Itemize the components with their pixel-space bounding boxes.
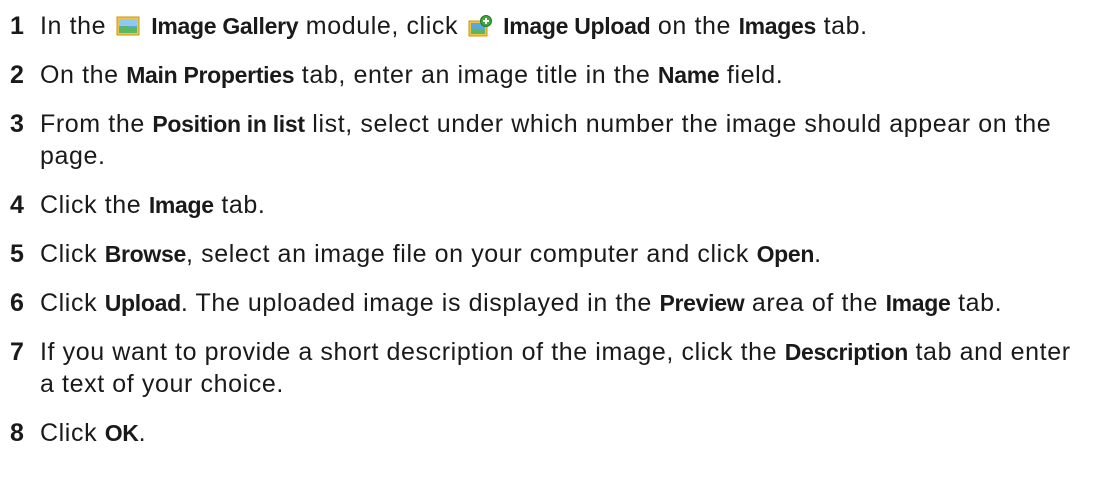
step-number: 1 [10,12,25,40]
ui-term: Preview [659,290,745,316]
step-7: 7 If you want to provide a short descript… [10,336,1085,400]
step-number: 4 [10,191,25,219]
step-text: Click Upload. The uploaded image is disp… [40,287,1085,319]
step-text-segment: tab. [816,12,868,40]
step-text-segment: tab. [213,191,266,219]
step-number: 7 [10,338,25,366]
step-text-segment: module, click [298,12,466,40]
instruction-steps: 1 In the Image Gallery module, click Imag… [0,0,1085,449]
step-text-segment: tab, enter an image title in the [294,61,658,89]
ui-term: Image [148,192,214,218]
step-text-segment: From the [40,110,153,138]
step-text-segment: Click [40,289,105,317]
step-number: 8 [10,419,25,447]
ui-term: Image Upload [503,13,651,39]
step-text: In the Image Gallery module, click Image… [40,10,1085,42]
image-gallery-icon [116,13,140,36]
ui-term: Image Gallery [151,13,299,39]
step-text-segment: . [814,240,822,268]
step-text-segment: tab. [950,289,1003,317]
step-3: 3 From the Position in list list, select … [10,108,1085,172]
step-number: 2 [10,61,25,89]
ui-term: Browse [104,241,187,267]
step-text-segment: On the [40,61,127,89]
step-text-segment: Click the [40,191,149,219]
step-text-segment: . The uploaded image is displayed in the [180,289,660,317]
step-number: 3 [10,110,25,138]
ui-term: Image [885,290,951,316]
step-number: 6 [10,289,25,317]
step-6: 6 Click Upload. The uploaded image is dis… [10,287,1085,319]
step-text: If you want to provide a short descripti… [40,336,1085,400]
step-text-segment: If you want to provide a short descripti… [40,338,785,366]
step-text-segment: field. [719,61,784,89]
step-text: Click the Image tab. [40,189,1085,221]
ui-term: Main Properties [126,62,295,88]
ui-term: Open [756,241,815,267]
step-text: Click Browse, select an image file on yo… [40,238,1085,270]
step-1: 1 In the Image Gallery module, click Imag… [10,10,1085,42]
ui-term: Position in list [152,111,305,137]
ui-term: Name [657,62,720,88]
step-text-segment: Click [40,419,105,447]
step-text: On the Main Properties tab, enter an ima… [40,59,1085,91]
step-2: 2 On the Main Properties tab, enter an im… [10,59,1085,91]
step-text: From the Position in list list, select u… [40,108,1085,172]
image-upload-icon [468,13,492,37]
step-text: Click OK. [40,417,1085,449]
ui-term: OK [104,420,139,446]
step-text-segment: area of the [744,289,886,317]
ui-term: Upload [104,290,181,316]
step-8: 8 Click OK. [10,417,1085,449]
step-text-segment: on the [650,12,739,40]
step-text-segment: In the [40,12,114,40]
ui-term: Images [738,13,817,39]
step-text-segment: . [138,419,147,447]
step-text-segment: , select an image file on your computer … [186,240,757,268]
step-number: 5 [10,240,25,268]
step-4: 4 Click the Image tab. [10,189,1085,221]
ui-term: Description [784,339,909,365]
step-5: 5 Click Browse, select an image file on y… [10,238,1085,270]
step-text-segment: Click [40,240,105,268]
